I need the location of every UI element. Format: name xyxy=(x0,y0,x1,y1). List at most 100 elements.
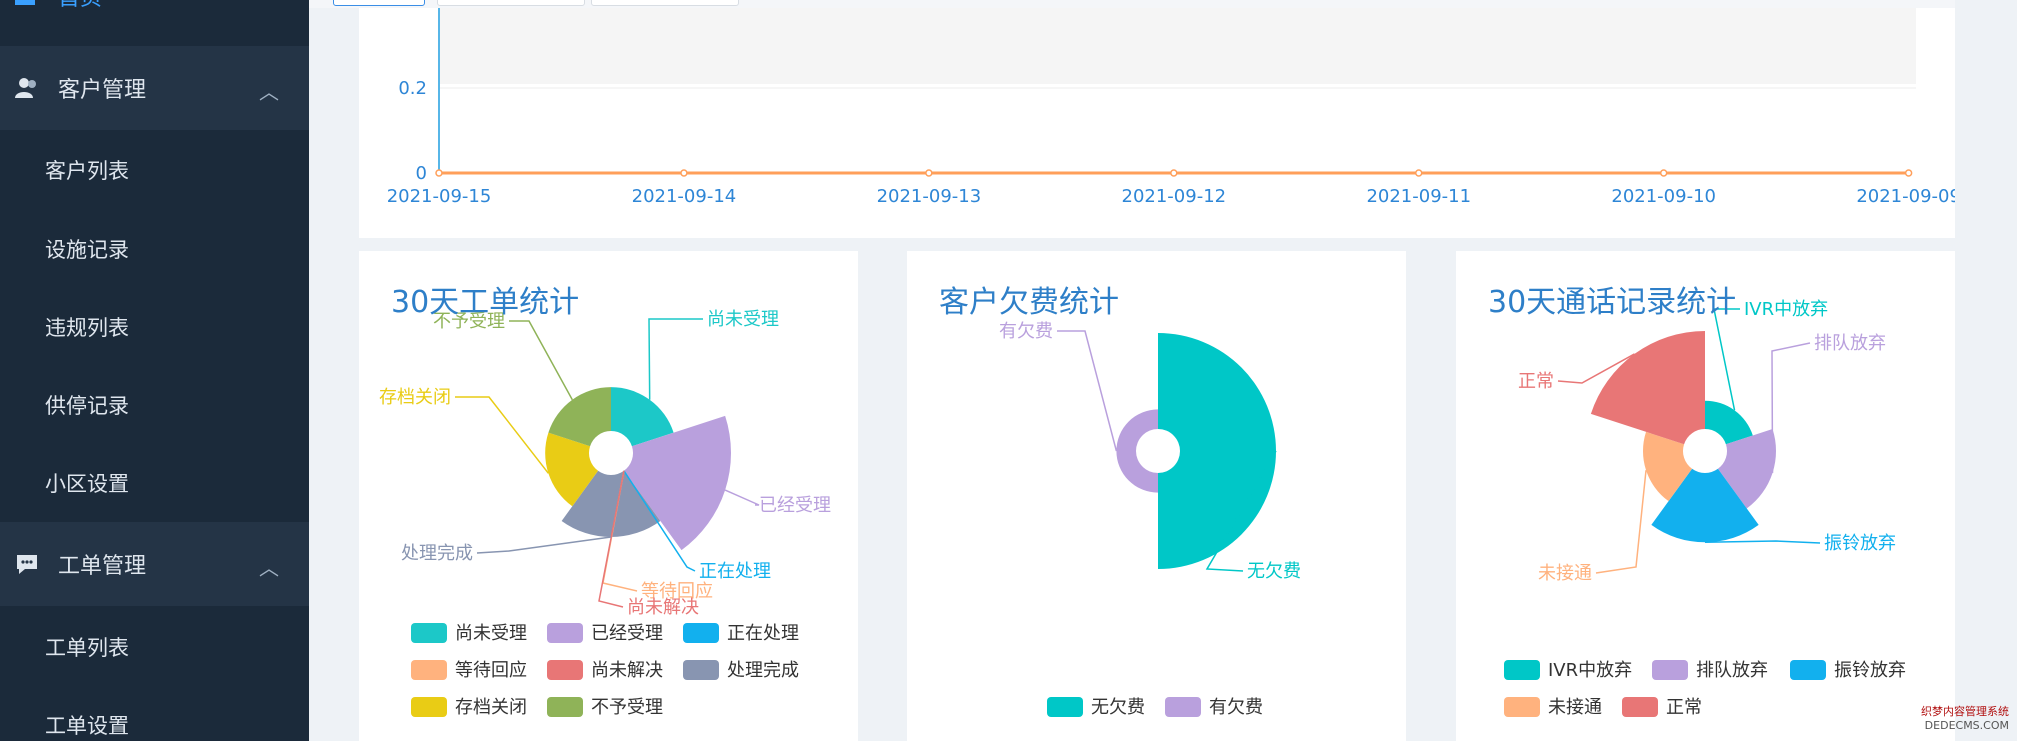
slice-label: 已经受理 xyxy=(759,495,831,516)
data-point xyxy=(1659,169,1668,177)
slice-label: 有欠费 xyxy=(999,321,1053,342)
sidebar-group-work-order[interactable]: 工单管理 ︿ xyxy=(0,522,309,606)
legend-swatch[interactable] xyxy=(1652,660,1688,680)
sidebar-item-label: 供停记录 xyxy=(45,394,129,418)
x-tick-label: 2021-09-15 xyxy=(387,186,492,207)
rose-slice[interactable] xyxy=(1158,333,1276,569)
legend-label[interactable]: 未接通 xyxy=(1548,697,1602,718)
legend-label[interactable]: 尚未解决 xyxy=(591,660,663,681)
label-leader-line xyxy=(1704,540,1821,544)
legend-swatch[interactable] xyxy=(411,660,447,680)
legend-swatch[interactable] xyxy=(1504,660,1540,680)
sidebar-group-customer[interactable]: 客户管理 ︿ xyxy=(0,46,309,130)
right-gutter xyxy=(1955,0,2017,741)
legend-label[interactable]: 尚未受理 xyxy=(455,623,527,644)
watermark-line: 织梦内容管理系统 xyxy=(1921,705,2009,718)
label-leader-line xyxy=(509,320,573,401)
sidebar-item-supply-stop-records[interactable]: 供停记录 xyxy=(0,366,309,444)
rose-slice[interactable] xyxy=(1590,331,1705,445)
sidebar-item-label: 工单列表 xyxy=(45,636,129,660)
slice-label: 未接通 xyxy=(1538,563,1592,584)
work-order-rose-chart: 尚未受理已经受理正在处理等待回应尚未解决处理完成存档关闭不予受理尚未受理 已经受理… xyxy=(379,309,831,718)
sidebar-group-label: 客户管理 xyxy=(58,78,147,103)
legend-label[interactable]: 处理完成 xyxy=(727,660,799,681)
data-point xyxy=(925,169,933,177)
legend-label[interactable]: 排队放弃 xyxy=(1696,660,1768,681)
legend-swatch[interactable] xyxy=(1790,660,1826,680)
sidebar-item-label: 小区设置 xyxy=(45,472,129,496)
dashboard-app: 首页 客户管理 ︿ 客户列表 设施记录 违规列表 供停记录 小 xyxy=(0,0,2017,741)
legend-swatch[interactable] xyxy=(547,697,583,717)
line-chart: 0.2 02021-09-15 2021-09-14 2021-09-13 2021-0… xyxy=(387,8,1961,207)
sidebar-item-work-order-list[interactable]: 工单列表 xyxy=(0,608,309,686)
label-leader-line xyxy=(476,536,612,554)
data-point xyxy=(680,169,688,177)
legend-swatch[interactable] xyxy=(411,697,447,717)
slice-label: 无欠费 xyxy=(1247,561,1301,582)
legend-label[interactable]: 正常 xyxy=(1666,697,1702,718)
slice-label: 存档关闭 xyxy=(379,387,451,408)
sidebar: 首页 客户管理 ︿ 客户列表 设施记录 违规列表 供停记录 小 xyxy=(0,0,309,741)
home-icon xyxy=(14,0,36,12)
legend-label[interactable]: 已经受理 xyxy=(591,623,663,644)
slice-label: IVR中放弃 xyxy=(1744,299,1828,320)
data-point xyxy=(1414,169,1423,177)
watermark: 织梦内容管理系统 DEDECMS.COM xyxy=(1901,705,2009,735)
legend-swatch[interactable] xyxy=(1165,697,1201,717)
x-tick-label: 2021-09-13 xyxy=(877,186,982,207)
call-records-rose-chart: IVR中放弃排队放弃振铃放弃未接通正常IVR中放弃 排队放弃 振铃放弃未接通 正常 xyxy=(1504,299,1906,718)
legend-swatch[interactable] xyxy=(1622,697,1658,717)
top-tab[interactable] xyxy=(591,0,739,6)
plot-band xyxy=(439,8,1916,84)
slice-label: 处理完成 xyxy=(401,543,473,564)
sidebar-item-customer-list[interactable]: 客户列表 xyxy=(0,131,309,209)
line-chart-panel: 0.2 0 2021-09-15 2021-09-14 2021-09-13 2021-0… xyxy=(359,8,1961,238)
x-tick-label: 2021-09-14 xyxy=(632,186,737,207)
label-leader-line xyxy=(1057,330,1118,452)
legend-label[interactable]: 等待回应 xyxy=(455,660,527,681)
sidebar-item-community-settings[interactable]: 小区设置 xyxy=(0,444,309,522)
legend-swatch[interactable] xyxy=(683,660,719,680)
legend-swatch[interactable] xyxy=(683,623,719,643)
legend-swatch[interactable] xyxy=(1504,697,1540,717)
sidebar-item-label: 违规列表 xyxy=(45,316,129,340)
rose-slice[interactable] xyxy=(1116,409,1158,493)
x-tick-label: 2021-09-10 xyxy=(1611,186,1716,207)
slice-label: 排队放弃 xyxy=(1814,333,1886,354)
legend-swatch[interactable] xyxy=(547,660,583,680)
top-tab-active[interactable] xyxy=(333,0,425,6)
legend-label[interactable]: 存档关闭 xyxy=(455,697,527,718)
legend-label[interactable]: 无欠费 xyxy=(1091,697,1145,718)
data-point xyxy=(1170,169,1178,177)
watermark-line: DEDECMS.COM xyxy=(1924,719,2009,732)
sidebar-item-violation-list[interactable]: 违规列表 xyxy=(0,288,309,366)
user-group-icon xyxy=(14,75,40,101)
call-records-panel: 30天通话记录统计 IVR中放弃 排队放弃 振铃放弃 未接通 正常 IVR中放弃 排队放弃振… xyxy=(1456,251,1955,741)
sidebar-item-label: 首页 xyxy=(58,0,102,12)
legend-label[interactable]: 振铃放弃 xyxy=(1834,660,1906,681)
slice-label: 正常 xyxy=(1518,371,1554,392)
legend-swatch[interactable] xyxy=(1047,697,1083,717)
legend-swatch[interactable] xyxy=(547,623,583,643)
sidebar-item-home[interactable]: 首页 xyxy=(0,0,309,12)
top-tab-bar xyxy=(309,0,2017,8)
legend-label[interactable]: 有欠费 xyxy=(1209,697,1263,718)
legend-label[interactable]: IVR中放弃 xyxy=(1548,660,1632,681)
sidebar-item-label: 工单设置 xyxy=(45,714,129,738)
data-point xyxy=(435,169,443,177)
sidebar-item-facility-records[interactable]: 设施记录 xyxy=(0,210,309,288)
top-tab[interactable] xyxy=(437,0,585,6)
data-point xyxy=(1904,169,1913,177)
y-tick-label: 0.2 xyxy=(398,78,427,99)
chevron-up-icon: ︿ xyxy=(259,556,279,580)
label-leader-line xyxy=(724,489,760,506)
rose-slice[interactable] xyxy=(1705,400,1753,445)
label-leader-line xyxy=(1713,308,1740,411)
label-leader-line xyxy=(1595,470,1647,574)
label-leader-line xyxy=(455,396,549,474)
legend-swatch[interactable] xyxy=(411,623,447,643)
legend-label[interactable]: 不予受理 xyxy=(591,697,663,718)
sidebar-item-work-order-settings[interactable]: 工单设置 xyxy=(0,686,309,741)
x-tick-label: 2021-09-11 xyxy=(1366,186,1471,207)
legend-label[interactable]: 正在处理 xyxy=(727,623,799,644)
